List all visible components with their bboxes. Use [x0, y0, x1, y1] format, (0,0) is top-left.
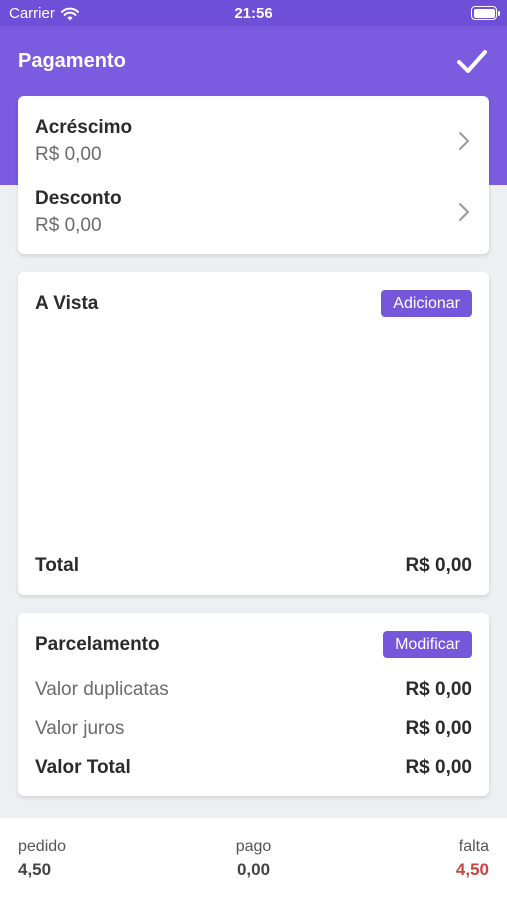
- a-vista-card: A Vista Adicionar Total R$ 0,00: [18, 272, 489, 595]
- battery-icon: [471, 6, 500, 20]
- pago-label: pago: [235, 838, 272, 855]
- valor-juros-value: R$ 0,00: [405, 718, 472, 739]
- a-vista-total-row: Total R$ 0,00: [35, 555, 472, 577]
- adicionar-button[interactable]: Adicionar: [381, 290, 472, 317]
- chevron-right-icon: [459, 132, 469, 150]
- adjustments-card: Acréscimo R$ 0,00 Desconto R$ 0,00: [18, 96, 489, 254]
- pago-value: 0,00: [236, 860, 271, 879]
- payment-summary-footer: pedido 4,50 pago 0,00 falta 4,50: [0, 818, 507, 900]
- valor-duplicatas-row: Valor duplicatas R$ 0,00: [35, 679, 472, 701]
- acrescimo-value: R$ 0,00: [35, 144, 102, 165]
- falta-summary: falta 4,50: [456, 838, 489, 880]
- falta-value: 4,50: [455, 860, 489, 879]
- desconto-row[interactable]: Desconto R$ 0,00: [18, 167, 489, 237]
- valor-total-value: R$ 0,00: [405, 757, 472, 778]
- total-label: Total: [35, 555, 79, 576]
- status-bar: Carrier 21:56: [0, 0, 507, 26]
- page-title: Pagamento: [18, 50, 126, 72]
- valor-juros-row: Valor juros R$ 0,00: [35, 718, 472, 740]
- valor-total-row: Valor Total R$ 0,00: [35, 757, 472, 779]
- desconto-label: Desconto: [35, 188, 122, 209]
- valor-juros-label: Valor juros: [35, 718, 125, 739]
- status-time: 21:56: [234, 5, 273, 22]
- falta-label: falta: [458, 838, 489, 855]
- acrescimo-row[interactable]: Acréscimo R$ 0,00: [18, 96, 489, 166]
- desconto-value: R$ 0,00: [35, 215, 102, 236]
- modificar-button[interactable]: Modificar: [383, 631, 472, 658]
- pago-summary: pago 0,00: [0, 838, 507, 880]
- chevron-right-icon: [459, 203, 469, 221]
- valor-duplicatas-label: Valor duplicatas: [35, 679, 169, 700]
- valor-duplicatas-value: R$ 0,00: [405, 679, 472, 700]
- check-icon[interactable]: [455, 44, 489, 78]
- a-vista-title: A Vista: [35, 293, 99, 314]
- parcelamento-card: Parcelamento Modificar Valor duplicatas …: [18, 613, 489, 796]
- parcelamento-title: Parcelamento: [35, 634, 160, 655]
- total-value: R$ 0,00: [405, 555, 472, 576]
- valor-total-label: Valor Total: [35, 757, 131, 778]
- acrescimo-label: Acréscimo: [35, 117, 133, 138]
